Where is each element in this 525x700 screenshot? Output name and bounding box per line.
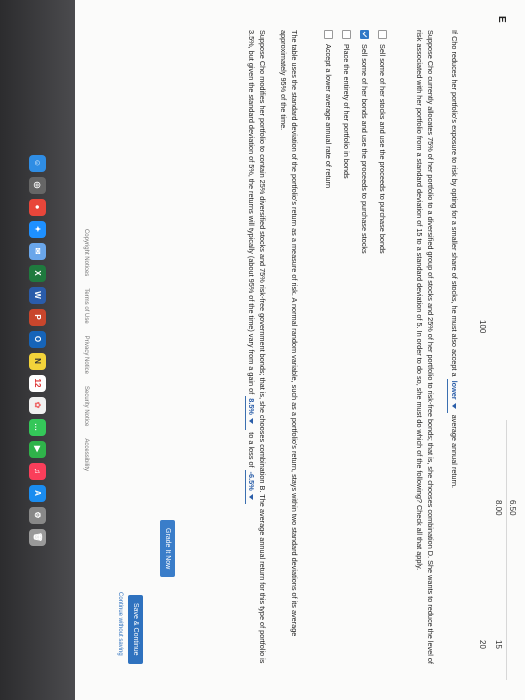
loss-dropdown[interactable]: -6.5% xyxy=(245,469,257,504)
preferences-icon[interactable]: ⚙ xyxy=(29,506,46,524)
checkbox[interactable] xyxy=(342,30,351,39)
option-sell-bonds[interactable]: Sell some of her bonds and use the proce… xyxy=(360,30,369,254)
chevron-down-icon xyxy=(451,402,456,409)
checkbox-checked[interactable] xyxy=(360,30,369,39)
chevron-down-icon xyxy=(249,417,254,424)
footer-terms[interactable]: Terms of Use xyxy=(83,288,89,323)
outlook-icon[interactable]: O xyxy=(29,330,46,348)
table-divider xyxy=(506,420,507,680)
assignment-page: E 6.50 8.00 15 100 20 If Cho reduces her… xyxy=(75,0,525,700)
footer-privacy[interactable]: Privacy Notice xyxy=(83,336,89,374)
footer-security[interactable]: Security Notice xyxy=(83,386,89,426)
calendar-icon[interactable]: 12 xyxy=(29,374,46,392)
footer: Copyright Notices Terms of Use Privacy N… xyxy=(77,0,95,700)
mail-icon[interactable]: ✉ xyxy=(29,242,46,260)
notes-icon[interactable]: N xyxy=(29,352,46,370)
photos-icon[interactable]: ✿ xyxy=(29,396,46,414)
risk-explanation: The table uses the standard deviation of… xyxy=(279,30,300,637)
header-letter: E xyxy=(496,16,507,23)
option-all-bonds[interactable]: Place the entirety of her portfolio in b… xyxy=(342,30,351,179)
combination-b-paragraph: Suppose Cho modifies her portfolio to co… xyxy=(245,30,267,670)
trash-icon[interactable]: 🗑 xyxy=(29,528,46,546)
footer-accessibility[interactable]: Accessibility xyxy=(83,438,89,471)
finder-icon[interactable]: ☺ xyxy=(29,154,46,172)
safari-icon[interactable]: ✦ xyxy=(29,220,46,238)
excel-icon[interactable]: X xyxy=(29,264,46,282)
table-cell: 8.00 xyxy=(494,500,503,516)
messages-icon[interactable]: … xyxy=(29,418,46,436)
facetime-icon[interactable]: ▶ xyxy=(29,440,46,458)
chrome-icon[interactable]: ● xyxy=(29,198,46,216)
continue-without-saving-link[interactable]: Continue without saving xyxy=(117,592,123,656)
launchpad-icon[interactable]: ◎ xyxy=(29,176,46,194)
table-cell: 20 xyxy=(478,640,487,649)
checkbox[interactable] xyxy=(378,30,387,39)
option-sell-stocks[interactable]: Sell some of her stocks and use the proc… xyxy=(378,30,387,254)
scenario-paragraph: Suppose Cho currently allocates 75% of h… xyxy=(415,30,436,664)
table-cell: 15 xyxy=(494,640,503,649)
footer-copyright[interactable]: Copyright Notices xyxy=(83,229,89,276)
save-continue-button[interactable]: Save & Continue xyxy=(128,595,143,664)
option-lower-return[interactable]: Accept a lower average annual rate of re… xyxy=(324,30,333,188)
app-store-icon[interactable]: A xyxy=(29,484,46,502)
question-sentence: If Cho reduces her portfolio's exposure … xyxy=(447,30,459,670)
chevron-down-icon xyxy=(249,493,254,500)
gain-dropdown[interactable]: 8.5% xyxy=(245,396,257,431)
table-cell: 100 xyxy=(478,320,487,334)
music-icon[interactable]: ♫ xyxy=(29,462,46,480)
powerpoint-icon[interactable]: P xyxy=(29,308,46,326)
return-dropdown[interactable]: lower xyxy=(447,378,459,413)
rotated-screen: E 6.50 8.00 15 100 20 If Cho reduces her… xyxy=(0,0,525,700)
word-icon[interactable]: W xyxy=(29,286,46,304)
grade-it-now-button[interactable]: Grade It Now xyxy=(160,520,175,578)
mac-dock: ☺ ◎ ● ✦ ✉ X W P O N 12 ✿ … ▶ ♫ A ⚙ 🗑 xyxy=(0,0,75,700)
checkbox[interactable] xyxy=(324,30,333,39)
table-cell: 6.50 xyxy=(508,500,517,516)
